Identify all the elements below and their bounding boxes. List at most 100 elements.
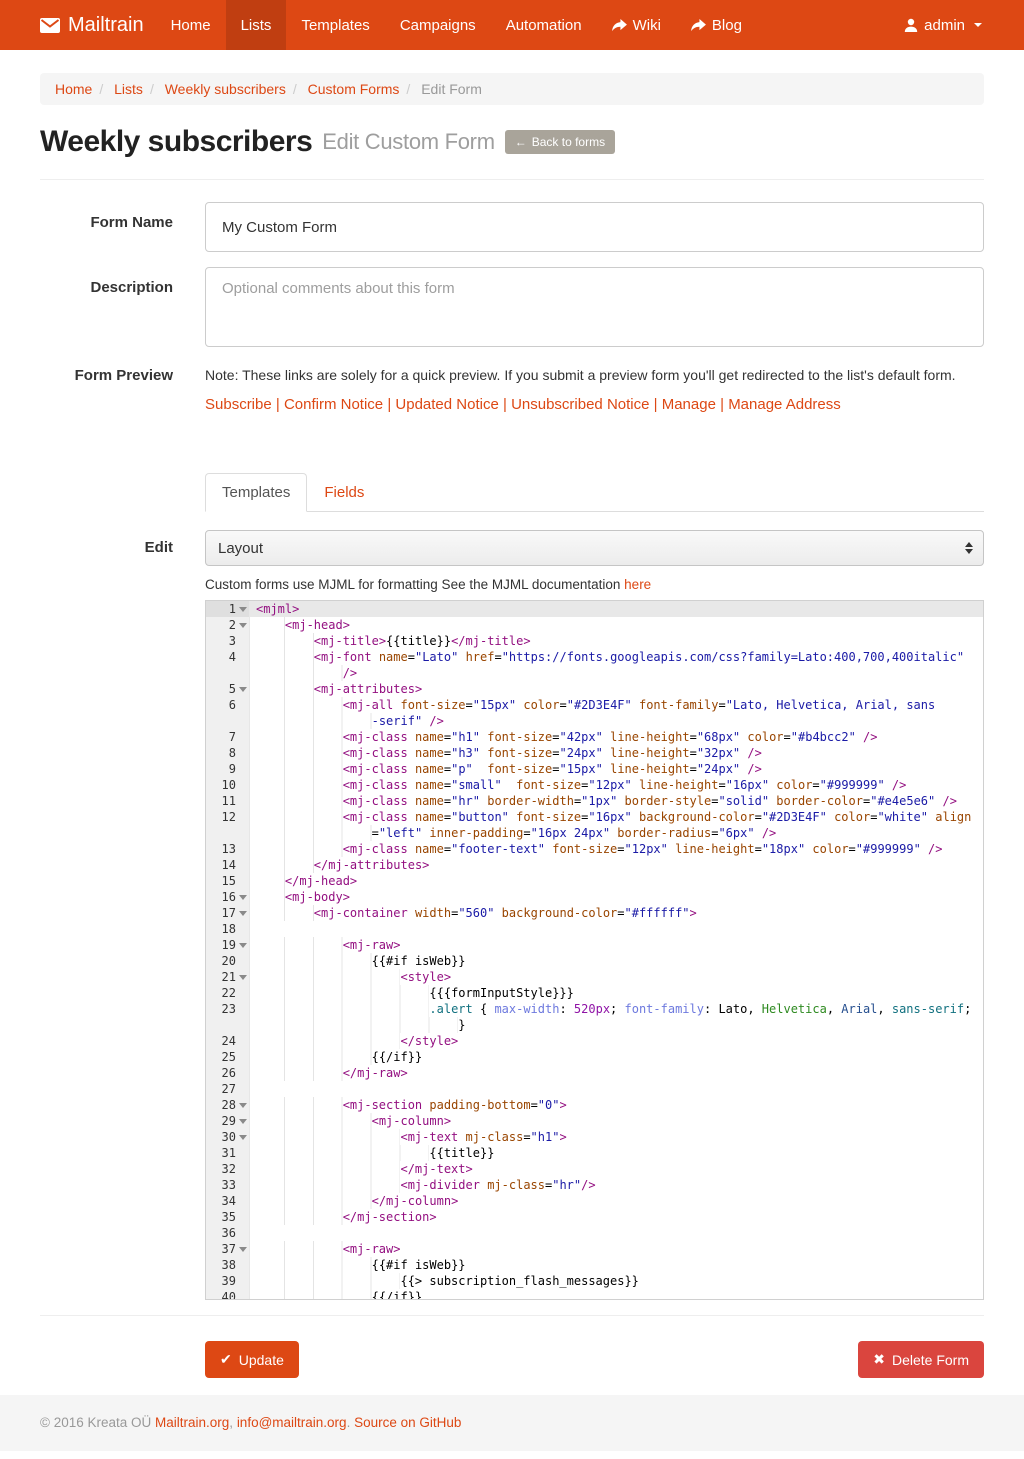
fold-icon[interactable] <box>239 1119 247 1124</box>
nav-item-label: Blog <box>712 17 742 34</box>
code-row: 30<mj-text mj-class="h1"> <box>206 1129 983 1145</box>
edit-template-select[interactable]: Layout <box>205 530 984 566</box>
tabs-row: Templates Fields <box>40 473 984 512</box>
code-row: 39{{> subscription_flash_messages}} <box>206 1273 983 1289</box>
delete-form-button[interactable]: ✖ Delete Form <box>858 1341 984 1378</box>
preview-note: Note: These links are solely for a quick… <box>205 367 984 383</box>
fold-icon[interactable] <box>239 911 247 916</box>
nav-item[interactable]: Automation <box>491 0 597 50</box>
nav-item[interactable]: Campaigns <box>385 0 491 50</box>
page-title: Weekly subscribers <box>40 125 312 159</box>
code-row: 11<mj-class name="hr" border-width="1px"… <box>206 793 983 809</box>
breadcrumb-link[interactable]: Weekly subscribers <box>165 81 286 97</box>
copyright: © 2016 Kreata OÜ <box>40 1415 155 1430</box>
form-actions: ✔ Update ✖ Delete Form <box>205 1341 984 1378</box>
preview-link[interactable]: Manage Address <box>728 396 841 413</box>
breadcrumb-link[interactable]: Lists <box>114 81 143 97</box>
edit-template-selected-value: Layout <box>218 540 263 557</box>
code-row: 2<mj-head> <box>206 617 983 633</box>
form-name-input[interactable] <box>205 202 984 252</box>
nav-item[interactable]: Templates <box>286 0 384 50</box>
fold-icon[interactable] <box>239 687 247 692</box>
nav-items: Home Lists Templates Campaigns <box>156 0 757 50</box>
breadcrumb-link[interactable]: Custom Forms <box>308 81 400 97</box>
code-row: 20{{#if isWeb}} <box>206 953 983 969</box>
code-row: 17<mj-container width="560" background-c… <box>206 905 983 921</box>
code-row: 32</mj-text> <box>206 1161 983 1177</box>
nav-item[interactable]: Blog <box>676 0 757 50</box>
code-row: 18 <box>206 921 983 937</box>
mjml-code-editor[interactable]: 1<mjml>2<mj-head>3<mj-title>{{title}}</m… <box>205 600 984 1300</box>
code-row: ="left" inner-padding="16px 24px" border… <box>206 825 983 841</box>
nav-item-label: Campaigns <box>400 17 476 34</box>
divider <box>40 179 984 180</box>
code-row: 26</mj-raw> <box>206 1065 983 1081</box>
form-preview-row: Form Preview Note: These links are solel… <box>40 365 984 413</box>
breadcrumb-separator: / <box>399 81 417 97</box>
code-row: 12<mj-class name="button" font-size="16p… <box>206 809 983 825</box>
preview-links: Subscribe Confirm Notice Updated Notice … <box>205 396 984 413</box>
preview-link[interactable]: Subscribe <box>205 396 272 413</box>
preview-link[interactable]: Confirm Notice <box>284 396 383 413</box>
breadcrumb: Home/ Lists/ Weekly subscribers/ Custom … <box>40 73 984 105</box>
fold-icon[interactable] <box>239 1135 247 1140</box>
nav-item[interactable]: Wiki <box>597 0 676 50</box>
footer-link[interactable]: Mailtrain.org <box>155 1415 229 1430</box>
fold-icon[interactable] <box>239 943 247 948</box>
update-label: Update <box>239 1352 284 1368</box>
share-icon <box>691 19 706 32</box>
fold-icon[interactable] <box>239 623 247 628</box>
navbar: Mailtrain Home Lists Templates <box>0 0 1024 50</box>
code-row: 10<mj-class name="small" font-size="12px… <box>206 777 983 793</box>
nav-item-label: Lists <box>241 17 272 34</box>
code-row: 6<mj-all font-size="15px" color="#2D3E4F… <box>206 697 983 713</box>
code-row: 1<mjml> <box>206 601 983 617</box>
fold-icon[interactable] <box>239 975 247 980</box>
code-row: 14</mj-attributes> <box>206 857 983 873</box>
tabs: Templates Fields <box>205 473 984 512</box>
code-row: 8<mj-class name="h3" font-size="24px" li… <box>206 745 983 761</box>
nav-item-label: Wiki <box>633 17 661 34</box>
mjml-doc-link[interactable]: here <box>624 577 651 592</box>
share-icon <box>612 19 627 32</box>
preview-link[interactable]: Updated Notice <box>395 396 498 413</box>
nav-item[interactable]: Lists <box>226 0 287 50</box>
fold-icon[interactable] <box>239 607 247 612</box>
caret-down-icon <box>974 23 982 27</box>
footer-link[interactable]: info@mailtrain.org <box>237 1415 347 1430</box>
tab-templates[interactable]: Templates <box>205 473 307 512</box>
code-row: -serif" /> <box>206 713 983 729</box>
fold-icon[interactable] <box>239 1103 247 1108</box>
code-row: 31{{title}} <box>206 1145 983 1161</box>
code-row: 29<mj-column> <box>206 1113 983 1129</box>
back-to-forms-button[interactable]: ← Back to forms <box>505 130 615 154</box>
user-menu[interactable]: admin <box>902 0 984 50</box>
description-textarea[interactable] <box>205 267 984 347</box>
nav-item[interactable]: Home <box>156 0 226 50</box>
preview-link[interactable]: Manage <box>662 396 716 413</box>
code-row: 38{{#if isWeb}} <box>206 1257 983 1273</box>
breadcrumb-link[interactable]: Home <box>55 81 92 97</box>
user-label: admin <box>924 17 965 34</box>
code-row: 15</mj-head> <box>206 873 983 889</box>
tab-fields[interactable]: Fields <box>307 473 381 512</box>
code-row: 35</mj-section> <box>206 1209 983 1225</box>
breadcrumb-separator: / <box>92 81 110 97</box>
preview-link[interactable]: Unsubscribed Notice <box>511 396 649 413</box>
code-row: 33<mj-divider mj-class="hr"/> <box>206 1177 983 1193</box>
edit-form: Form Name Description Form Preview Note:… <box>40 202 984 1300</box>
fold-icon[interactable] <box>239 1247 247 1252</box>
code-row: } <box>206 1017 983 1033</box>
code-row: 25{{/if}} <box>206 1049 983 1065</box>
breadcrumb-separator: / <box>286 81 304 97</box>
footer-link[interactable]: Source on GitHub <box>354 1415 461 1430</box>
update-button[interactable]: ✔ Update <box>205 1341 299 1378</box>
fold-icon[interactable] <box>239 895 247 900</box>
back-arrow-icon: ← <box>515 135 527 149</box>
brand-link[interactable]: Mailtrain <box>40 0 156 50</box>
select-arrows-icon <box>965 542 973 554</box>
form-name-label: Form Name <box>40 202 173 252</box>
footer: © 2016 Kreata OÜ Mailtrain.org, info@mai… <box>0 1395 1024 1451</box>
code-row: 23.alert { max-width: 520px; font-family… <box>206 1001 983 1017</box>
nav-item-label: Automation <box>506 17 582 34</box>
